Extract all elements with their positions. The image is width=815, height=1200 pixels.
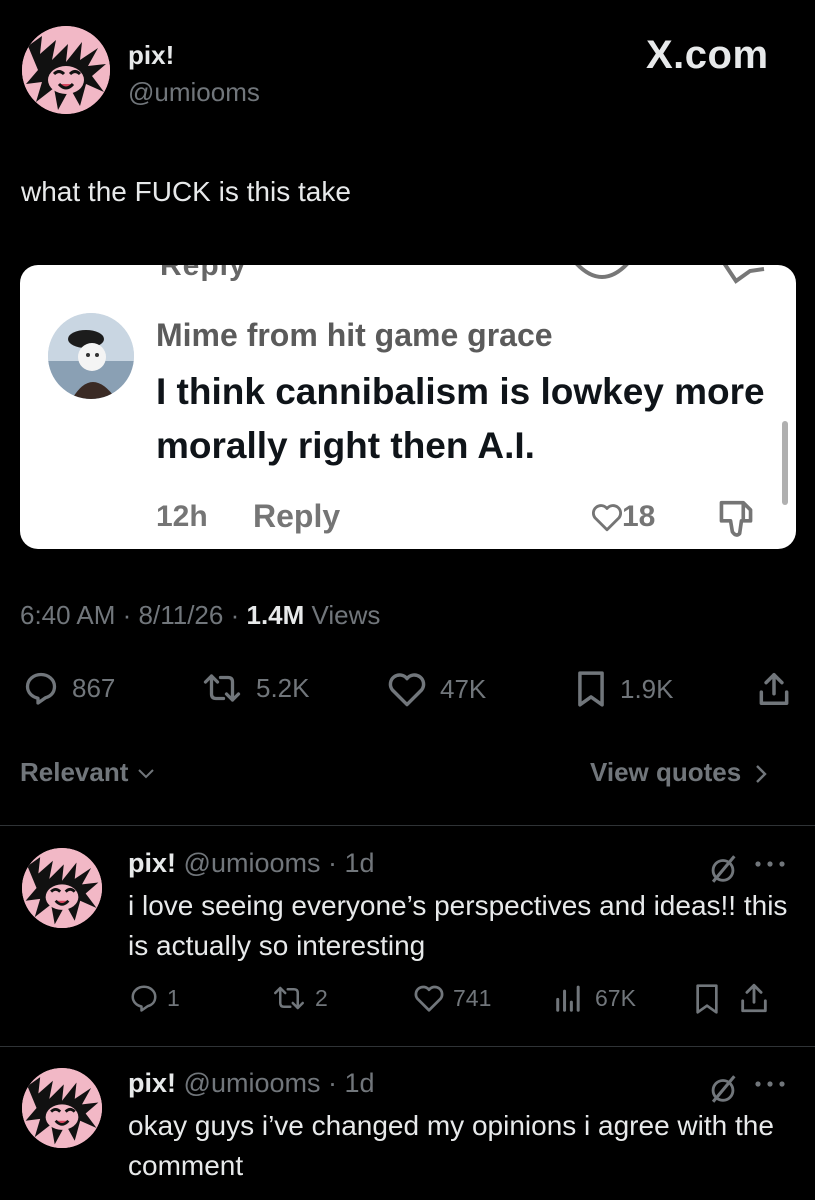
reply-handle[interactable]: @umiooms (184, 848, 321, 878)
views-icon (556, 985, 580, 1012)
share-icon[interactable] (738, 981, 770, 1015)
commenter-name: Mime from hit game grace (156, 317, 553, 353)
reply-separator: · (328, 848, 337, 878)
repost-icon (200, 670, 244, 706)
repost-action[interactable]: 5.2K (200, 670, 310, 706)
divider (0, 825, 815, 826)
grok-slash-icon[interactable] (706, 852, 740, 886)
anime-avatar-icon (22, 1068, 102, 1148)
view-quotes-link[interactable]: View quotes (590, 757, 768, 788)
more-icon[interactable] (752, 1078, 788, 1090)
view-quotes-label: View quotes (590, 757, 742, 787)
post-time: 6:40 AM (20, 600, 116, 630)
bookmark-action[interactable]: 1.9K (574, 670, 674, 708)
reply-header: pix! @umiooms · 1d (128, 1068, 375, 1099)
repost-count: 5.2K (256, 672, 310, 703)
reply-display-name[interactable]: pix! (128, 1068, 176, 1098)
views-label: Views (311, 600, 381, 630)
like-icon (414, 985, 444, 1012)
like-icon (386, 670, 428, 708)
reply-icon (131, 985, 157, 1012)
chevron-down-icon (137, 769, 154, 779)
repost-icon (274, 986, 304, 1010)
author-avatar[interactable] (22, 26, 110, 114)
reply-age: 1d (344, 848, 375, 878)
sort-relevant-dropdown[interactable]: Relevant (20, 757, 156, 788)
chevron-right-icon (756, 765, 768, 783)
author-display-name[interactable]: pix! (128, 40, 174, 71)
like-count: 47K (440, 673, 487, 704)
comment-reply-button: Reply (253, 498, 341, 534)
heart-outline-icon (592, 504, 622, 532)
cropped-dislike-icon (722, 265, 765, 284)
share-action[interactable] (756, 670, 792, 708)
reply-display-name[interactable]: pix! (128, 848, 176, 878)
reply-avatar[interactable] (22, 848, 102, 928)
bookmark-icon (574, 670, 608, 708)
bookmark-icon[interactable] (693, 983, 721, 1015)
cropped-reply-label: Reply (160, 265, 247, 282)
reply-icon (22, 670, 60, 706)
post-date: 8/11/26 (138, 600, 224, 630)
reply-reply-action[interactable]: 1 (128, 983, 180, 1013)
x-watermark: X.com (646, 33, 769, 77)
more-icon[interactable] (752, 858, 788, 870)
reply-repost-action[interactable]: 2 (270, 983, 328, 1013)
divider (0, 1046, 815, 1047)
reply-like-action[interactable]: 741 (412, 983, 491, 1013)
card-scrollbar (782, 421, 788, 505)
views-count: 1.4M (246, 600, 305, 630)
reply-views-action[interactable]: 67K (552, 983, 636, 1013)
grok-slash-icon[interactable] (706, 1072, 740, 1106)
dislike-icon (719, 500, 753, 537)
commenter-avatar (48, 313, 134, 399)
share-icon (756, 670, 792, 708)
reply-separator: · (328, 1068, 337, 1098)
reply-text: i love seeing everyone’s perspectives an… (128, 890, 788, 961)
anime-avatar-icon (22, 26, 110, 114)
reply-like-count: 741 (453, 984, 492, 1011)
bookmark-count: 1.9K (620, 673, 674, 704)
anime-avatar-icon (22, 848, 102, 928)
reply-handle[interactable]: @umiooms (184, 1068, 321, 1098)
sort-relevant-label: Relevant (20, 757, 129, 787)
mime-avatar-icon (48, 313, 134, 399)
post-text: what the FUCK is this take (21, 176, 351, 207)
post-meta: 6:40 AM · 8/11/26 · 1.4M Views (20, 600, 381, 630)
cropped-heart-icon (575, 265, 629, 279)
reply-count: 867 (72, 672, 116, 703)
reply-text: okay guys i’ve changed my opinions i agr… (128, 1110, 774, 1181)
reply-repost-count: 2 (315, 984, 328, 1011)
comment-age: 12h (156, 500, 208, 533)
commenter-text: I think cannibalism is lowkey more moral… (156, 371, 765, 466)
reply-avatar[interactable] (22, 1068, 102, 1148)
embedded-comment-screenshot[interactable]: Reply Mime from hit game grace I think c… (20, 265, 796, 549)
author-handle[interactable]: @umiooms (128, 77, 260, 108)
reply-action[interactable]: 867 (22, 670, 115, 706)
reply-views-count: 67K (595, 984, 636, 1011)
like-action[interactable]: 47K (386, 670, 486, 708)
reply-reply-count: 1 (167, 984, 180, 1011)
reply-age: 1d (344, 1068, 375, 1098)
reply-header: pix! @umiooms · 1d (128, 848, 375, 879)
comment-like-count: 18 (622, 500, 656, 533)
